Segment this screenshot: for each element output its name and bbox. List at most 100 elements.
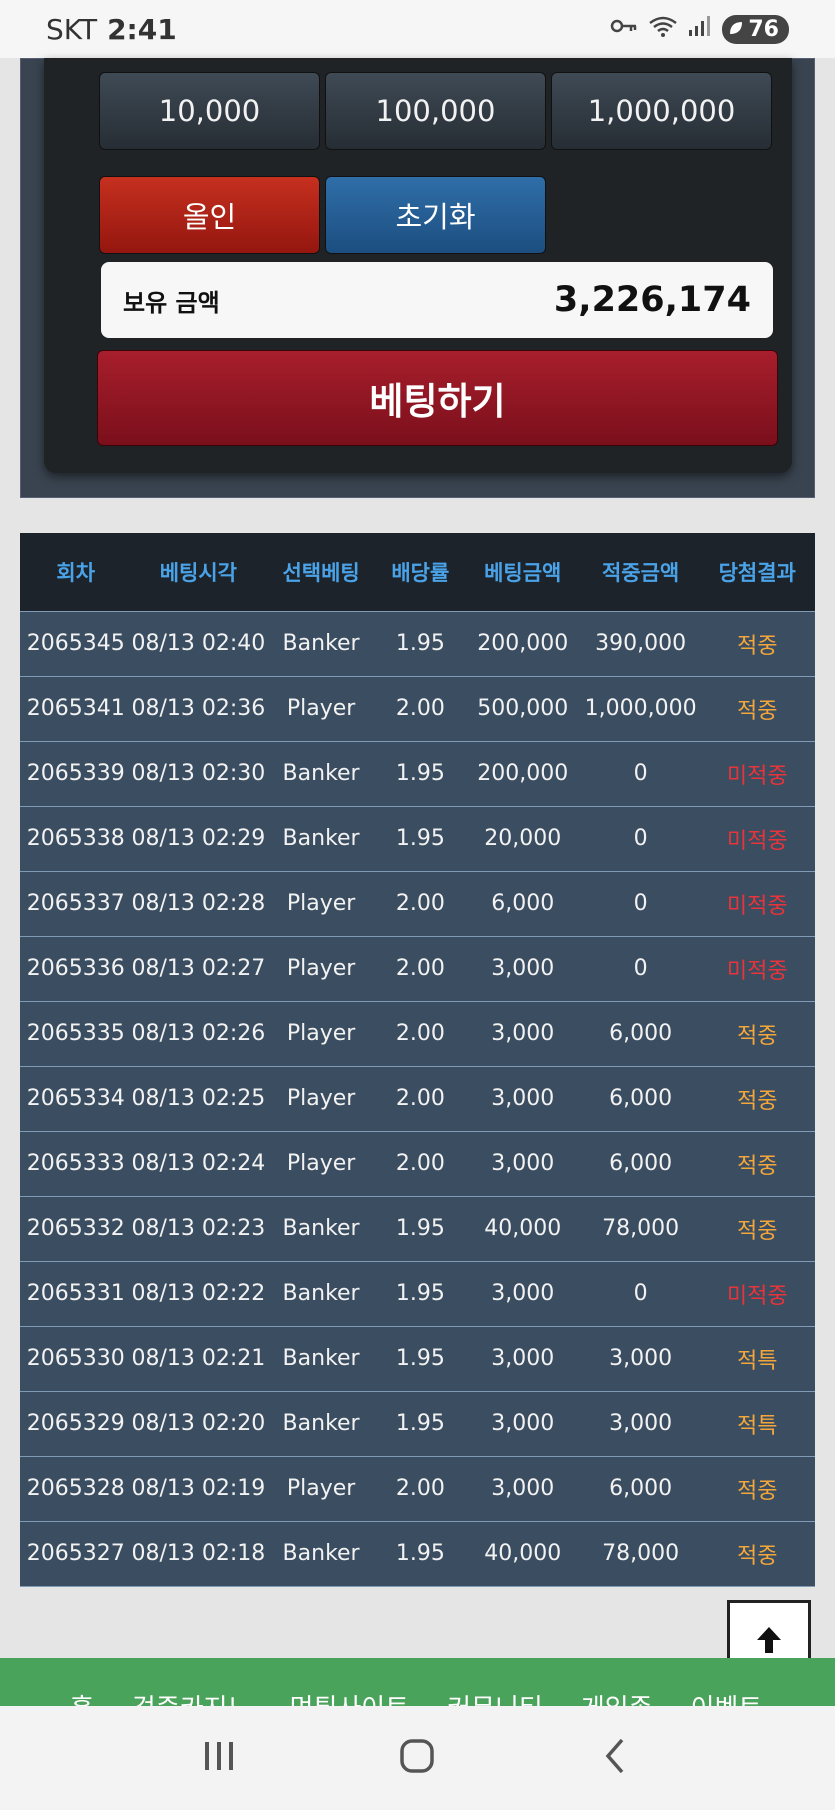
column-header-odds: 배당률 — [376, 533, 464, 611]
bet-panel: 10,000 100,000 1,000,000 올인 초기화 보유 금액 3,… — [44, 58, 792, 473]
cell-selection: Banker — [265, 1261, 377, 1327]
status-icons: 76 — [610, 14, 789, 44]
table-row: 2065341 08/13 02:36 Player 2.00 500,000 1,000… — [20, 676, 815, 742]
footer-nav-item[interactable]: 이벤트 — [691, 1688, 763, 1706]
cell-odds: 1.95 — [376, 1391, 464, 1457]
recent-apps-icon[interactable] — [199, 1736, 239, 1780]
table-row: 2065329 08/13 02:20 Banker 1.95 3,000 3,000 적특 — [20, 1391, 815, 1457]
cell-selection: Banker — [265, 806, 377, 872]
cell-bet-time: 08/13 02:28 — [131, 871, 266, 937]
cell-bet-time: 08/13 02:26 — [131, 1001, 266, 1067]
cell-odds: 2.00 — [376, 1001, 464, 1067]
cell-win-amount: 390,000 — [581, 610, 700, 677]
cell-round: 2065334 — [20, 1066, 132, 1132]
cell-odds: 1.95 — [376, 1521, 464, 1587]
cell-result: 적중 — [699, 1521, 815, 1587]
cell-round: 2065339 — [20, 741, 132, 807]
bet-history-body: 2065345 08/13 02:40 Banker 1.95 200,000 390,0… — [20, 610, 815, 1587]
place-bet-button[interactable]: 베팅하기 — [97, 350, 778, 446]
footer-nav-item[interactable]: 홈 — [70, 1688, 94, 1706]
table-header-row: 회차 베팅시각 선택베팅 배당률 베팅금액 적중금액 당첨결과 — [20, 533, 815, 611]
cell-bet-amount: 6,000 — [463, 871, 582, 937]
footer-nav-items: 홈 검증카지노 먹튀사이트 커뮤니티 게임존 이벤트 — [70, 1688, 762, 1706]
bet-history-table: 회차 베팅시각 선택베팅 배당률 베팅금액 적중금액 당첨결과 2065345 0… — [20, 533, 815, 1587]
cell-odds: 2.00 — [376, 1131, 464, 1197]
chip-10000-button[interactable]: 10,000 — [99, 72, 320, 150]
cell-bet-amount: 3,000 — [463, 1391, 582, 1457]
cell-selection: Player — [265, 1131, 377, 1197]
cell-win-amount: 0 — [581, 936, 700, 1002]
table-row: 2065345 08/13 02:40 Banker 1.95 200,000 390,0… — [20, 610, 815, 677]
cell-win-amount: 6,000 — [581, 1131, 700, 1197]
table-row: 2065334 08/13 02:25 Player 2.00 3,000 6,000 적중 — [20, 1066, 815, 1132]
cell-result: 미적중 — [699, 741, 815, 807]
cell-bet-amount: 40,000 — [463, 1196, 582, 1262]
cell-odds: 1.95 — [376, 1261, 464, 1327]
wifi-icon — [648, 15, 678, 43]
cell-result: 미적중 — [699, 871, 815, 937]
table-row: 2065335 08/13 02:26 Player 2.00 3,000 6,000 적중 — [20, 1001, 815, 1067]
chip-1000000-button[interactable]: 1,000,000 — [551, 72, 772, 150]
cell-selection: Banker — [265, 1196, 377, 1262]
column-header-result: 당첨결과 — [699, 533, 815, 611]
cell-odds: 1.95 — [376, 1196, 464, 1262]
all-in-button[interactable]: 올인 — [99, 176, 320, 254]
cell-selection: Player — [265, 1001, 377, 1067]
cell-bet-amount: 20,000 — [463, 806, 582, 872]
cell-bet-time: 08/13 02:21 — [131, 1326, 266, 1392]
home-icon[interactable] — [397, 1736, 437, 1780]
footer-nav-item[interactable]: 검증카지노 — [132, 1688, 252, 1706]
table-row: 2065333 08/13 02:24 Player 2.00 3,000 6,000 적중 — [20, 1131, 815, 1197]
cell-selection: Player — [265, 871, 377, 937]
column-header-selection: 선택베팅 — [265, 533, 377, 611]
cell-round: 2065328 — [20, 1456, 132, 1522]
footer-nav-item[interactable]: 먹튀사이트 — [290, 1688, 410, 1706]
cell-round: 2065332 — [20, 1196, 132, 1262]
cell-odds: 2.00 — [376, 871, 464, 937]
cell-result: 적중 — [699, 1066, 815, 1132]
cell-odds: 2.00 — [376, 1456, 464, 1522]
cell-bet-amount: 500,000 — [463, 676, 582, 742]
table-row: 2065331 08/13 02:22 Banker 1.95 3,000 0 미적중 — [20, 1261, 815, 1327]
cell-selection: Player — [265, 676, 377, 742]
cell-win-amount: 1,000,000 — [581, 676, 700, 742]
cell-round: 2065341 — [20, 676, 132, 742]
cell-bet-amount: 3,000 — [463, 1261, 582, 1327]
footer-nav-item[interactable]: 커뮤니티 — [447, 1688, 543, 1706]
cell-bet-time: 08/13 02:23 — [131, 1196, 266, 1262]
cell-bet-amount: 3,000 — [463, 1456, 582, 1522]
cell-win-amount: 78,000 — [581, 1196, 700, 1262]
cell-win-amount: 0 — [581, 1261, 700, 1327]
cell-odds: 2.00 — [376, 1066, 464, 1132]
back-icon[interactable] — [596, 1736, 636, 1780]
cell-selection: Banker — [265, 1391, 377, 1457]
cell-win-amount: 6,000 — [581, 1066, 700, 1132]
chip-100000-button[interactable]: 100,000 — [325, 72, 546, 150]
system-nav-bar — [0, 1706, 835, 1810]
balance-box: 보유 금액 3,226,174 — [101, 262, 773, 338]
cell-bet-time: 08/13 02:40 — [131, 610, 266, 677]
cell-bet-time: 08/13 02:24 — [131, 1131, 266, 1197]
cell-result: 적특 — [699, 1391, 815, 1457]
footer-nav: 홈 검증카지노 먹튀사이트 커뮤니티 게임존 이벤트 — [0, 1658, 835, 1706]
signal-icon — [688, 15, 712, 43]
cell-selection: Banker — [265, 610, 377, 677]
cell-round: 2065335 — [20, 1001, 132, 1067]
footer-nav-item[interactable]: 게임존 — [581, 1688, 653, 1706]
cell-result: 적특 — [699, 1326, 815, 1392]
cell-bet-amount: 3,000 — [463, 1131, 582, 1197]
cell-bet-time: 08/13 02:22 — [131, 1261, 266, 1327]
table-row: 2065339 08/13 02:30 Banker 1.95 200,000 0 미적중 — [20, 741, 815, 807]
cell-bet-time: 08/13 02:30 — [131, 741, 266, 807]
table-row: 2065337 08/13 02:28 Player 2.00 6,000 0 미적중 — [20, 871, 815, 937]
status-bar: SKT 2:41 76 — [0, 0, 835, 58]
cell-bet-amount: 40,000 — [463, 1521, 582, 1587]
cell-odds: 1.95 — [376, 1326, 464, 1392]
reset-button[interactable]: 초기화 — [325, 176, 546, 254]
cell-result: 적중 — [699, 1001, 815, 1067]
cell-bet-amount: 200,000 — [463, 610, 582, 677]
cell-round: 2065330 — [20, 1326, 132, 1392]
cell-odds: 2.00 — [376, 936, 464, 1002]
table-row: 2065327 08/13 02:18 Banker 1.95 40,000 78,000… — [20, 1521, 815, 1587]
cell-result: 적중 — [699, 1196, 815, 1262]
